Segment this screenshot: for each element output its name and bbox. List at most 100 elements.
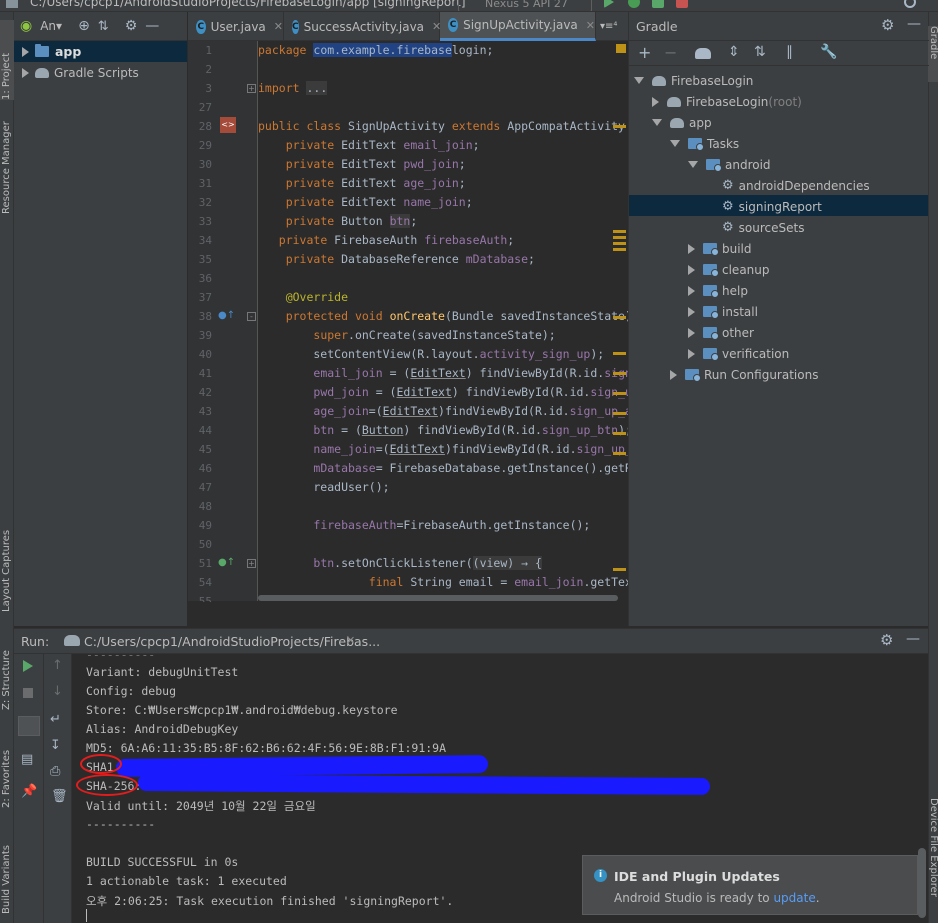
add-icon[interactable]: + xyxy=(638,43,651,62)
inspection-status-icon[interactable] xyxy=(616,44,626,53)
resource-manager-tool-tab[interactable]: Resource Manager xyxy=(0,114,14,214)
chevron-right-icon[interactable] xyxy=(22,67,29,78)
scroll-mark[interactable] xyxy=(613,432,626,435)
scroll-mark[interactable] xyxy=(613,568,626,571)
gradle-tree-item[interactable]: ⚙ signingReport xyxy=(722,196,822,217)
gradle-tree-item[interactable]: cleanup xyxy=(688,259,770,280)
gradle-tree-item[interactable]: Tasks xyxy=(670,133,739,154)
restore-layout-icon[interactable] xyxy=(18,716,40,736)
gradle-elephant-icon[interactable] xyxy=(695,48,711,59)
stop-icon[interactable] xyxy=(676,0,688,8)
override-icon[interactable]: ●↑ xyxy=(218,310,235,321)
minimize-icon[interactable]: — xyxy=(906,631,920,647)
scroll-mark[interactable] xyxy=(613,352,626,355)
gradle-tree-item[interactable]: build xyxy=(688,238,752,259)
print-icon[interactable]: ⎙ xyxy=(50,764,60,779)
device-file-explorer-tool-tab[interactable]: Device File Explorer xyxy=(928,798,938,918)
implement-icon[interactable]: ●↑ xyxy=(218,557,235,568)
tab-overflow-menu[interactable]: ▾≡⁴ xyxy=(596,12,628,41)
scroll-to-end-icon[interactable]: ↧ xyxy=(50,738,61,753)
chevron-right-icon[interactable] xyxy=(22,46,29,57)
collapse-all-icon[interactable]: ⇅ xyxy=(754,44,766,60)
layout-icon[interactable]: <> xyxy=(220,117,236,133)
close-icon[interactable]: ✕ xyxy=(346,634,355,647)
chevron-right-icon[interactable] xyxy=(688,243,695,254)
scrollbar-thumb[interactable] xyxy=(258,595,618,601)
gear-icon[interactable]: ⚙ xyxy=(125,18,138,34)
gradle-tree-item[interactable]: ⚙ androidDependencies xyxy=(722,175,870,196)
close-icon[interactable]: ✕ xyxy=(274,20,283,33)
scroll-mark[interactable] xyxy=(613,125,626,128)
update-link[interactable]: update xyxy=(773,891,815,905)
gradle-tree-item[interactable]: android xyxy=(688,154,771,175)
device-selector[interactable]: Nexus 5 API 27 xyxy=(458,0,592,11)
gradle-tree-item[interactable]: ⚙ sourceSets xyxy=(722,217,804,238)
chevron-down-icon[interactable] xyxy=(634,77,644,84)
gradle-tree-item[interactable]: verification xyxy=(688,343,789,364)
search-icon[interactable] xyxy=(904,0,916,8)
scroll-mark[interactable] xyxy=(613,372,626,375)
trash-icon[interactable]: 🗑 xyxy=(51,789,68,804)
gradle-tree-item[interactable]: app xyxy=(652,112,712,133)
minimize-icon[interactable]: — xyxy=(907,16,921,32)
toggle-offline-icon[interactable]: ∥ xyxy=(786,44,793,60)
gear-icon[interactable]: ⚙ xyxy=(881,16,894,34)
chevron-down-icon[interactable] xyxy=(688,161,698,168)
scroll-mark[interactable] xyxy=(613,236,626,239)
chevron-down-icon[interactable] xyxy=(670,140,680,147)
project-item-gradle-scripts[interactable]: Gradle Scripts xyxy=(14,62,187,83)
favorites-tool-tab[interactable]: 2: Favorites xyxy=(0,728,14,808)
scroll-mark[interactable] xyxy=(613,412,626,415)
scroll-mark[interactable] xyxy=(613,242,626,245)
locate-icon[interactable]: ⊕ xyxy=(78,18,90,34)
chevron-down-icon[interactable] xyxy=(652,119,662,126)
tab-user-java[interactable]: C User.java ✕ xyxy=(188,12,284,41)
gradle-tree-item[interactable]: Run Configurations xyxy=(670,364,818,385)
ide-update-notification[interactable]: i IDE and Plugin Updates Android Studio … xyxy=(582,855,918,915)
project-item-app[interactable]: app xyxy=(14,41,187,62)
fold-toggle[interactable]: + xyxy=(247,84,256,93)
gradle-tree-item[interactable]: help xyxy=(688,280,748,301)
gradle-tree-item[interactable]: other xyxy=(688,322,754,343)
run-tab[interactable]: C:/Users/cpcp1/AndroidStudioProjects/Fir… xyxy=(84,634,380,649)
chevron-right-icon[interactable] xyxy=(652,96,659,107)
collapse-icon[interactable]: ⇅ xyxy=(98,19,109,34)
minimize-icon[interactable]: — xyxy=(145,18,159,34)
gradle-tree-item[interactable]: FirebaseLogin (root) xyxy=(652,91,802,112)
fold-toggle[interactable]: - xyxy=(247,312,256,321)
chevron-right-icon[interactable] xyxy=(688,327,695,338)
chevron-right-icon[interactable] xyxy=(688,285,695,296)
wrench-icon[interactable]: 🔧 xyxy=(820,44,837,60)
scroll-mark[interactable] xyxy=(613,452,626,455)
fold-toggle[interactable]: + xyxy=(247,559,256,568)
structure-tool-tab[interactable]: Z: Structure xyxy=(0,640,14,710)
scroll-mark[interactable] xyxy=(613,230,626,233)
build-variants-tool-tab[interactable]: Build Variants xyxy=(0,824,14,914)
gradle-tree-item[interactable]: install xyxy=(688,301,758,322)
pin-icon[interactable]: 📌 xyxy=(21,784,37,799)
chevron-right-icon[interactable] xyxy=(688,264,695,275)
rerun-icon[interactable] xyxy=(23,660,33,672)
project-view-selector[interactable]: An▾ xyxy=(40,19,62,33)
layout-captures-tool-tab[interactable]: Layout Captures xyxy=(0,512,14,612)
scroll-mark[interactable] xyxy=(613,392,626,395)
gradle-tree-item[interactable]: FirebaseLogin xyxy=(634,70,753,91)
console-scrollbar-thumb[interactable] xyxy=(918,848,926,918)
chevron-right-icon[interactable] xyxy=(688,348,695,359)
soft-wrap-icon[interactable]: ↵ xyxy=(50,712,61,727)
chevron-right-icon[interactable] xyxy=(670,369,677,380)
close-icon[interactable]: ✕ xyxy=(586,19,595,32)
run-icon[interactable] xyxy=(604,0,614,8)
profile-icon[interactable] xyxy=(652,0,664,8)
chevron-right-icon[interactable] xyxy=(688,306,695,317)
tab-success-activity-java[interactable]: C SuccessActivity.java ✕ xyxy=(284,12,441,41)
expand-all-icon[interactable]: ⇕ xyxy=(728,44,740,60)
debug-icon[interactable] xyxy=(628,0,640,8)
scroll-mark[interactable] xyxy=(613,316,626,319)
project-tool-tab[interactable]: 1: Project xyxy=(0,20,14,100)
editor-horizontal-scrollbar[interactable] xyxy=(258,593,628,601)
scroll-mark[interactable] xyxy=(613,248,626,251)
tab-signup-activity-java[interactable]: C SignUpActivity.java ✕ xyxy=(440,12,596,41)
layout-icon[interactable]: ▤ xyxy=(21,752,33,767)
gear-icon[interactable]: ⚙ xyxy=(880,631,893,649)
